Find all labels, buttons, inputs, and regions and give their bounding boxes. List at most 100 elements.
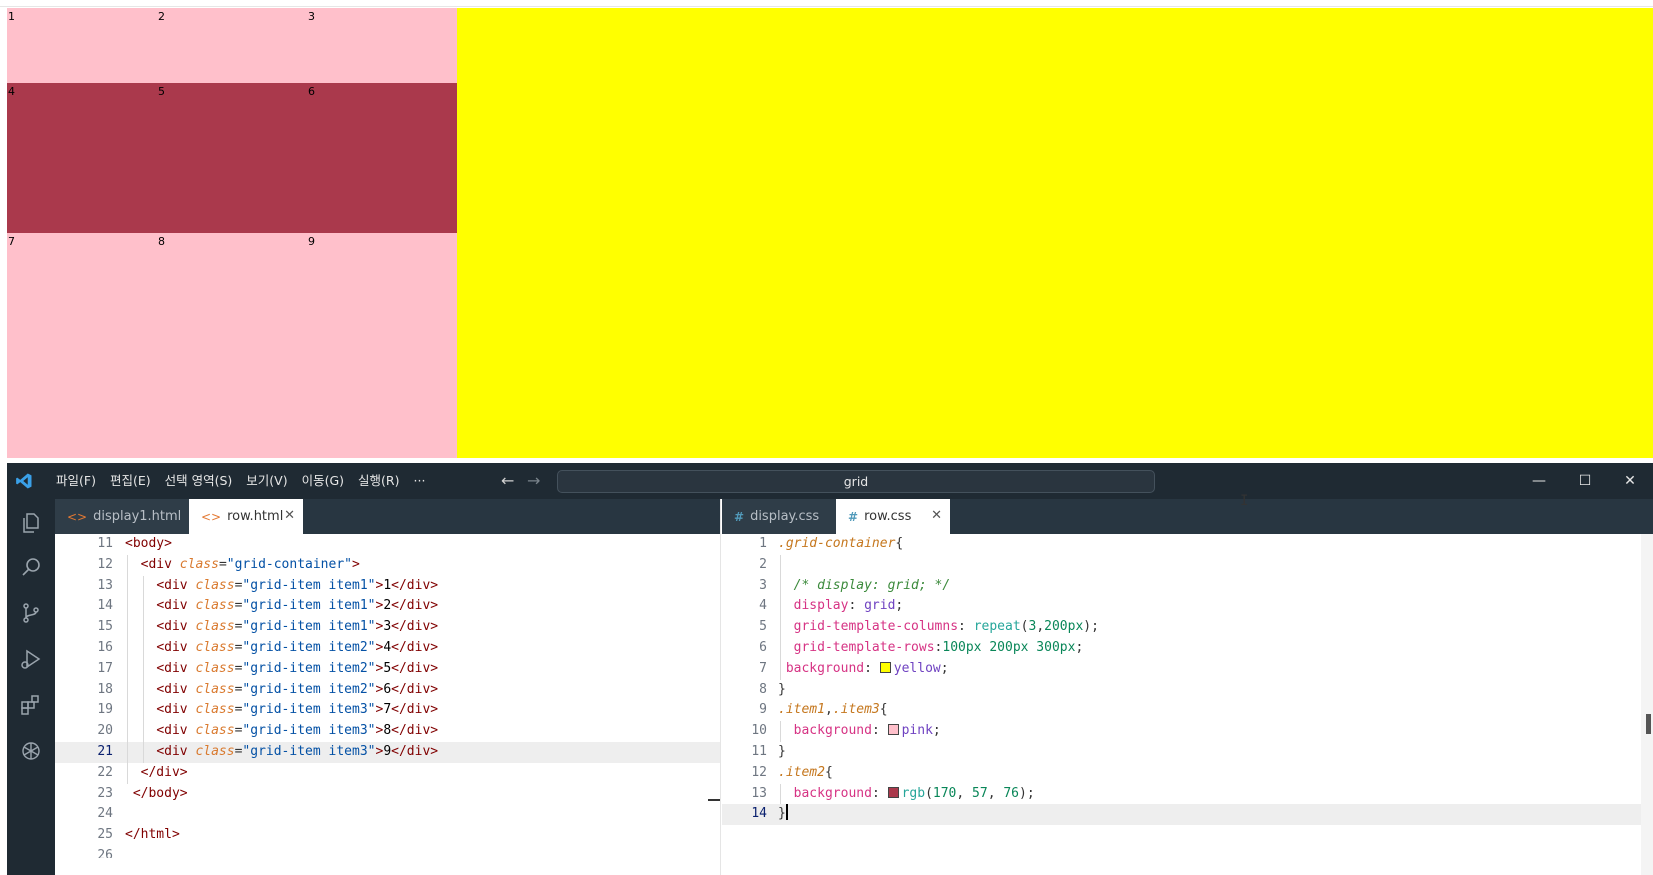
grid-item: 7	[7, 233, 157, 458]
close-window-button[interactable]: ✕	[1607, 463, 1653, 499]
code-line-current: 14}	[722, 804, 1653, 826]
command-center-search[interactable]: grid	[557, 470, 1155, 493]
code-line: 9 .item1,.item3{	[722, 700, 1653, 721]
extensions-icon[interactable]	[19, 693, 43, 717]
search-icon[interactable]	[19, 555, 43, 579]
line-number: 22	[97, 764, 113, 780]
title-bar: 파일(F) 편집(E) 선택 영역(S) 보기(V) 이동(G) 실행(R) ·…	[7, 463, 1653, 499]
close-tab-icon[interactable]: ✕	[931, 508, 942, 523]
line-number: 23	[97, 785, 113, 801]
grid-item: 1	[7, 8, 157, 83]
browser-preview: 1 2 3 4 5 6 7 8 9	[0, 0, 1653, 462]
grid-item: 9	[307, 233, 457, 458]
tab-label: display.css	[750, 509, 820, 524]
mouse-ibeam-cursor: I	[1240, 493, 1249, 509]
line-number: 2	[759, 556, 767, 572]
code-line: 17 <div class="grid-item item2">5</div>	[55, 658, 720, 680]
tab-display-css[interactable]: # display.css	[722, 499, 836, 534]
grid-item: 4	[7, 83, 157, 233]
scrollbar-thumb[interactable]	[1646, 714, 1651, 734]
color-swatch-yellow[interactable]	[879, 661, 891, 673]
line-number: 3	[759, 577, 767, 593]
code-line: 6 grid-template-rows:100px 200px 300px;	[722, 637, 1653, 659]
close-tab-icon[interactable]: ✕	[284, 508, 295, 523]
menu-view[interactable]: 보기(V)	[239, 463, 294, 499]
forward-arrow-icon[interactable]: →	[527, 471, 540, 490]
editor-group-right: # display.css # row.css ✕ 1 .grid-contain…	[722, 499, 1653, 875]
tab-label: row.css	[864, 509, 912, 524]
code-line: 23 </body>	[55, 784, 720, 805]
menu-file[interactable]: 파일(F)	[49, 463, 103, 499]
code-line: 19 <div class="grid-item item3">7</div>	[55, 700, 720, 722]
tab-bar-right: # display.css # row.css ✕	[722, 499, 1653, 534]
preview-top-edge	[0, 0, 1653, 7]
code-line: 10 background: pink;	[722, 721, 1653, 742]
vscode-window: 파일(F) 편집(E) 선택 영역(S) 보기(V) 이동(G) 실행(R) ·…	[7, 463, 1653, 875]
minimize-button[interactable]: —	[1516, 463, 1562, 499]
code-editor-right[interactable]: 1 .grid-container{ 2 3 /* display: grid; …	[722, 534, 1653, 826]
line-number: 18	[97, 681, 113, 697]
line-number: 20	[97, 723, 113, 739]
source-control-icon[interactable]	[19, 601, 43, 625]
tab-display1-html[interactable]: <> display1.html	[55, 499, 189, 534]
line-number: 12	[751, 764, 767, 780]
code-line: 4 display: grid;	[722, 596, 1653, 618]
line-number: 12	[97, 556, 113, 572]
code-line: 14 <div class="grid-item item1">2</div>	[55, 596, 720, 618]
line-number: 21	[97, 743, 113, 759]
vscode-logo-icon[interactable]	[15, 472, 33, 490]
tab-row-html[interactable]: <> row.html ✕	[189, 499, 303, 534]
text-cursor	[785, 804, 788, 821]
search-text: grid	[843, 474, 869, 489]
tab-row-css[interactable]: # row.css ✕	[836, 499, 950, 534]
code-line: 13 background: rgb(170, 57, 76);	[722, 783, 1653, 805]
line-number: 7	[759, 660, 767, 676]
tab-label: display1.html	[93, 509, 182, 524]
grid-item: 8	[157, 233, 307, 458]
menu-selection[interactable]: 선택 영역(S)	[158, 463, 240, 499]
code-line: 12 .item2{	[722, 763, 1653, 784]
line-number: 19	[97, 702, 113, 718]
line-number: 5	[759, 619, 767, 635]
code-line: 24	[55, 804, 720, 825]
code-line: 16 <div class="grid-item item2">4</div>	[55, 637, 720, 659]
color-swatch-rgb[interactable]	[887, 786, 899, 798]
color-swatch-pink[interactable]	[887, 724, 899, 736]
menu-run[interactable]: 실행(R)	[351, 463, 406, 499]
code-line: 13 <div class="grid-item item1">1</div>	[55, 575, 720, 597]
html-file-icon: <>	[67, 509, 88, 524]
vertical-scrollbar[interactable]	[1641, 534, 1653, 875]
code-line: 26	[55, 846, 720, 858]
grid-item: 2	[157, 8, 307, 83]
line-number: 26	[97, 847, 113, 858]
line-number: 1	[759, 536, 767, 551]
line-number: 15	[97, 619, 113, 635]
menu-bar: 파일(F) 편집(E) 선택 영역(S) 보기(V) 이동(G) 실행(R) ·…	[49, 463, 432, 499]
grid-item: 6	[307, 83, 457, 233]
grid-container: 1 2 3 4 5 6 7 8 9	[7, 8, 1653, 458]
grid-item: 5	[157, 83, 307, 233]
menu-more[interactable]: ···	[407, 463, 433, 499]
code-line: 11 <body>	[55, 534, 720, 555]
code-line: 1 .grid-container{	[722, 534, 1653, 555]
line-number: 13	[751, 785, 767, 801]
maximize-button[interactable]: ☐	[1562, 463, 1608, 499]
code-line: 15 <div class="grid-item item1">3</div>	[55, 617, 720, 638]
line-number: 25	[97, 827, 113, 843]
code-line: 2	[722, 554, 1653, 576]
line-number: 9	[759, 702, 767, 718]
menu-edit[interactable]: 편집(E)	[103, 463, 158, 499]
run-debug-icon[interactable]	[19, 647, 43, 671]
code-line: 20 <div class="grid-item item3">8</div>	[55, 721, 720, 742]
line-number: 13	[97, 577, 113, 593]
css-file-icon: #	[848, 509, 859, 524]
back-arrow-icon[interactable]: ←	[501, 471, 514, 490]
code-line: 7 background: yellow;	[722, 658, 1653, 680]
chatgpt-icon[interactable]	[19, 739, 43, 763]
code-editor-left[interactable]: 11 <body> 12 <div class="grid-container">…	[55, 534, 720, 858]
html-file-icon: <>	[201, 509, 222, 524]
line-number: 16	[97, 639, 113, 655]
menu-go[interactable]: 이동(G)	[295, 463, 351, 499]
explorer-icon[interactable]	[19, 511, 43, 535]
line-number: 17	[97, 660, 113, 676]
